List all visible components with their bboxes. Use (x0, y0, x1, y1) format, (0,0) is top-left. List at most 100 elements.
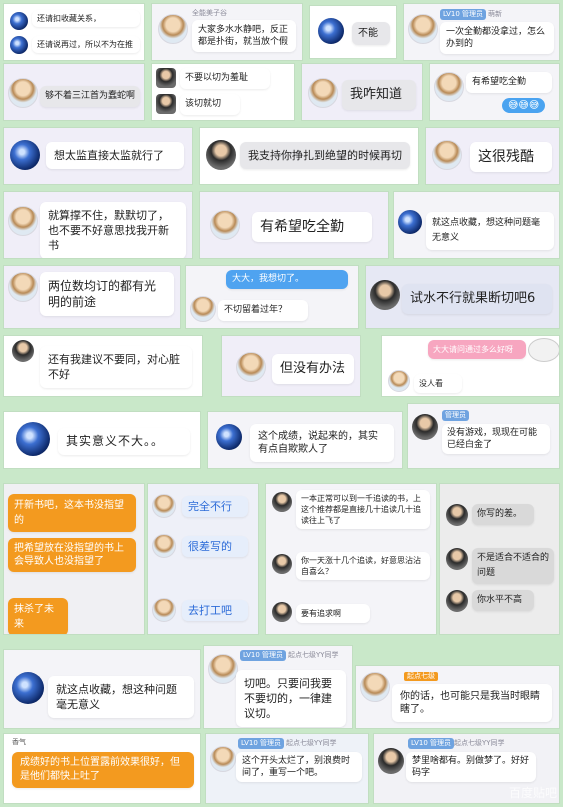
chat-card: 有希望吃全勤 (200, 192, 388, 258)
chat-bubble: 这很残酷 (470, 142, 552, 172)
chat-card: 就这点收藏，想这种问题毫无意义 (4, 650, 200, 728)
level-badge: LV10 管理员 (408, 738, 455, 749)
chat-bubble: 不切留着过年？ (218, 300, 308, 321)
watermark-logo: 百度贴吧 (509, 784, 557, 801)
chat-bubble: 有希望吃全勤 (252, 212, 372, 242)
chat-card: 香气 成绩好的书上位置露前效果很好，但是他们都快上吐了 (4, 734, 200, 803)
chat-bubble: 你一天涨十几个追读，好意思沾沾自喜么？ (296, 552, 430, 580)
chat-bubble: 这个成绩，说起来的，其实有点自欺欺人了 (250, 424, 394, 462)
chat-bubble: 其实意义不大。。 (58, 428, 190, 455)
avatar (152, 598, 176, 622)
chat-bubble: 很差写的 (182, 536, 248, 557)
avatar (446, 548, 468, 570)
avatar (388, 370, 410, 392)
avatar (236, 352, 266, 382)
avatar (152, 494, 176, 518)
chat-bubble: 还请扣收藏关系， (32, 10, 140, 27)
chat-card: 两位数均订的都有光明的前途 (4, 266, 180, 328)
chat-bubble: 你的话，也可能只是我当时眼睛瞎了。 (392, 684, 552, 722)
username: 萌新 (488, 10, 502, 18)
chat-card: 大大请问通过多么好呀 没人看 (382, 336, 559, 396)
chat-card: 全能美子谷 大家多水水静吧，反正都是扑街，就当放个假 (152, 4, 302, 60)
avatar (216, 424, 242, 450)
chat-bubble: 一次全勤都没拿过，怎么办到的 (440, 22, 554, 54)
chat-bubble: 大家多水水静吧，反正都是扑街，就当放个假 (192, 20, 296, 52)
chat-card: 其实意义不大。。 (4, 412, 200, 468)
chat-bubble: 这个开头太烂了，别浪费时间了，重写一个吧。 (236, 752, 362, 782)
chat-card: 不能 (310, 6, 396, 58)
avatar (8, 272, 38, 302)
chat-bubble: 不要以切为羞耻 (180, 68, 270, 89)
chat-bubble: 抹杀了未来 (8, 598, 68, 634)
avatar (210, 746, 236, 772)
level-badge: LV10 管理员 (440, 9, 487, 20)
chat-card: 我咋知道 (302, 64, 422, 120)
avatar (152, 534, 176, 558)
avatar (12, 672, 44, 704)
avatar (10, 12, 28, 30)
watermark-text: 百度贴吧 (508, 786, 557, 800)
chat-bubble: 试水不行就果断切吧6 (402, 284, 552, 314)
avatar (156, 68, 176, 88)
chat-bubble: 完全不行 (182, 496, 248, 517)
sticker-face-icon (528, 338, 559, 362)
chat-card: 但没有办法 (222, 336, 360, 396)
level-badge: LV10 管理员 (238, 738, 285, 749)
avatar (272, 492, 292, 512)
chat-card: LV10 管理员 起点七级YY同学 切吧。只要问我要不要切的，一律建议切。 (204, 646, 352, 728)
avatar (378, 748, 404, 774)
chat-card: 这个成绩，说起来的，其实有点自欺欺人了 (208, 412, 402, 468)
chat-card: 管理员 没有游戏，现现在可能已经白金了 (408, 404, 559, 468)
chat-card: 还有我建议不要同，对心脏不好 (4, 336, 202, 396)
avatar (10, 140, 40, 170)
chat-bubble: 没人看 (414, 374, 462, 393)
username: 全能美子谷 (192, 9, 227, 17)
username: 起点七级YY同学 (286, 739, 337, 747)
chat-card: LV10 管理员 萌新 一次全勤都没拿过，怎么办到的 (404, 4, 559, 60)
chat-bubble: 大大请问通过多么好呀 (428, 340, 526, 359)
chat-bubble: 就这点收藏，想这种问题毫无意义 (426, 212, 554, 250)
avatar (16, 422, 50, 456)
avatar (8, 78, 38, 108)
chat-bubble: 有希望吃全勤 (466, 72, 552, 93)
chat-bubble: 你水平不高 (472, 590, 534, 611)
avatar (432, 140, 462, 170)
chat-bubble: 两位数均订的都有光明的前途 (40, 272, 174, 316)
avatar (308, 78, 338, 108)
chat-bubble: 成绩好的书上位置露前效果很好，但是他们都快上吐了 (12, 752, 194, 788)
chat-card: 还请扣收藏关系， 还请说再过，所以不为在推 (4, 4, 144, 60)
chat-bubble: 还请说再过，所以不为在推 (32, 36, 140, 53)
chat-bubble: 但没有办法 (272, 354, 354, 384)
avatar (210, 210, 240, 240)
avatar (446, 590, 468, 612)
avatar (318, 18, 344, 44)
chat-bubble: 不能 (352, 22, 390, 45)
chat-card: 不要以切为羞耻 该切就切 (152, 64, 294, 120)
avatar (408, 14, 438, 44)
chat-bubble: 就这点收藏，想这种问题毫无意义 (48, 676, 194, 718)
chat-bubble: 切吧。只要问我要不要切的，一律建议切。 (236, 670, 346, 727)
avatar (360, 672, 390, 702)
chat-card: 大大，我想切了。 不切留着过年？ (186, 266, 358, 328)
username: 起点七级YY同学 (288, 651, 339, 659)
chat-bubble: 我支持你挣扎到绝望的时候再切 (240, 142, 410, 169)
chat-bubble: 一本正常可以到一千追读的书，上这个推荐都是直接几十追读几十追读往上飞了 (296, 490, 430, 529)
avatar (158, 14, 188, 44)
chat-card: 我支持你挣扎到绝望的时候再切 (200, 128, 418, 184)
avatar (190, 296, 216, 322)
chat-bubble: 你写的差。 (472, 504, 534, 525)
avatar (370, 280, 400, 310)
chat-bubble: 把希望放在没指望的书上会导致人也没指望了 (8, 538, 136, 572)
chat-card: 有希望吃全勤 😅😅😅 (430, 64, 559, 120)
avatar (412, 414, 438, 440)
chat-card: 够不着三江首为蠢蛇啊 (4, 64, 144, 120)
chat-bubble: 想太监直接太监就行了 (46, 142, 184, 169)
chat-bubble: 就算撑不住，默默切了，也不要不好意思找我开新书 (40, 202, 186, 258)
chat-bubble: 还有我建议不要同，对心脏不好 (40, 346, 192, 388)
avatar (398, 210, 422, 234)
chat-bubble: 够不着三江首为蠢蛇啊 (40, 86, 140, 107)
avatar (8, 206, 38, 236)
chat-bubble: 梦里啥都有。别做梦了。好好码字 (406, 752, 536, 782)
avatar (156, 94, 176, 114)
chat-bubble: 不是适合不适合的问题 (472, 548, 554, 584)
